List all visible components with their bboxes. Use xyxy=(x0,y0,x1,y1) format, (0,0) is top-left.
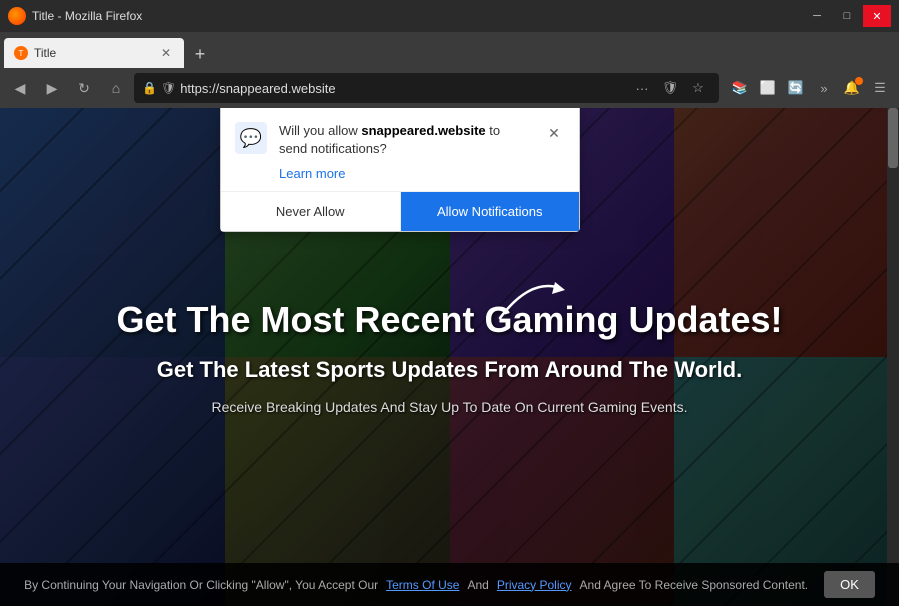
svg-text:T: T xyxy=(19,49,24,58)
library-icon[interactable]: 📚 xyxy=(727,75,753,101)
title-bar-left: Title - Mozilla Firefox xyxy=(8,7,142,25)
bottom-bar: By Continuing Your Navigation Or Clickin… xyxy=(0,563,899,606)
firefox-logo xyxy=(8,7,26,25)
title-bar: Title - Mozilla Firefox ─ □ ✕ xyxy=(0,0,899,32)
toolbar-icons: 📚 ⬜ 🔄 » 🔔 ☰ xyxy=(727,75,893,101)
badge-dot xyxy=(855,77,863,85)
popup-icon: 💬 xyxy=(235,122,267,154)
tab-bar: T Title ✕ + xyxy=(0,32,899,68)
popup-close-button[interactable]: ✕ xyxy=(543,122,565,144)
popup-question-start: Will you allow xyxy=(279,123,361,138)
address-bar-icons: ··· 🛡 ☆ xyxy=(629,75,711,101)
content-area: Get The Most Recent Gaming Updates! Get … xyxy=(0,108,899,606)
home-button[interactable]: ⌂ xyxy=(102,74,130,102)
popup-header: 💬 Will you allow snappeared.website to s… xyxy=(221,108,579,166)
chat-icon: 💬 xyxy=(240,128,262,149)
scrollbar[interactable] xyxy=(887,108,899,606)
minimize-button[interactable]: ─ xyxy=(803,5,831,27)
footer-text-3: And Agree To Receive Sponsored Content. xyxy=(580,578,809,592)
popup-site: snappeared.website xyxy=(361,123,485,138)
notification-badge[interactable]: 🔔 xyxy=(839,75,865,101)
reload-button[interactable]: ↻ xyxy=(70,74,98,102)
popup-actions: Never Allow Allow Notifications xyxy=(221,191,579,231)
tab-label: Title xyxy=(34,46,152,60)
footer-text-1: By Continuing Your Navigation Or Clickin… xyxy=(24,578,378,592)
notification-popup: 💬 Will you allow snappeared.website to s… xyxy=(220,108,580,232)
maximize-button[interactable]: □ xyxy=(833,5,861,27)
nav-bar: ◀ ▶ ↻ ⌂ 🔒 🛡 https://snappeared.website ·… xyxy=(0,68,899,108)
sub-heading: Get The Latest Sports Updates From Aroun… xyxy=(157,357,742,383)
security-icon: 🔒 xyxy=(142,81,157,95)
shield-icon[interactable]: 🛡 xyxy=(657,75,683,101)
never-allow-button[interactable]: Never Allow xyxy=(221,192,401,231)
learn-more-link[interactable]: Learn more xyxy=(221,166,579,191)
window-controls: ─ □ ✕ xyxy=(803,5,891,27)
scrollbar-thumb[interactable] xyxy=(888,108,898,168)
menu-icon[interactable]: ☰ xyxy=(867,75,893,101)
footer-text-2: And xyxy=(467,578,488,592)
bookmark-icon[interactable]: ☆ xyxy=(685,75,711,101)
more-icon[interactable]: ··· xyxy=(629,75,655,101)
ok-button[interactable]: OK xyxy=(824,571,875,598)
popup-text: Will you allow snappeared.website to sen… xyxy=(279,122,531,158)
back-button[interactable]: ◀ xyxy=(6,74,34,102)
new-tab-button[interactable]: + xyxy=(186,40,214,68)
allow-notifications-button[interactable]: Allow Notifications xyxy=(401,192,580,231)
tab-close-button[interactable]: ✕ xyxy=(158,45,174,61)
terms-link[interactable]: Terms Of Use xyxy=(386,578,459,592)
browser-window: Title - Mozilla Firefox ─ □ ✕ T Title ✕ … xyxy=(0,0,899,606)
forward-button[interactable]: ▶ xyxy=(38,74,66,102)
privacy-link[interactable]: Privacy Policy xyxy=(497,578,572,592)
window-title: Title - Mozilla Firefox xyxy=(32,9,142,23)
main-heading: Get The Most Recent Gaming Updates! xyxy=(116,299,782,341)
sync-icon[interactable]: 🔄 xyxy=(783,75,809,101)
https-icon: 🛡 xyxy=(161,81,176,95)
url-text[interactable]: https://snappeared.website xyxy=(180,81,625,96)
description: Receive Breaking Updates And Stay Up To … xyxy=(212,399,688,415)
active-tab[interactable]: T Title ✕ xyxy=(4,38,184,68)
address-bar[interactable]: 🔒 🛡 https://snappeared.website ··· 🛡 ☆ xyxy=(134,73,719,103)
close-button[interactable]: ✕ xyxy=(863,5,891,27)
tab-favicon: T xyxy=(14,46,28,60)
extensions-icon[interactable]: » xyxy=(811,75,837,101)
container-icon[interactable]: ⬜ xyxy=(755,75,781,101)
